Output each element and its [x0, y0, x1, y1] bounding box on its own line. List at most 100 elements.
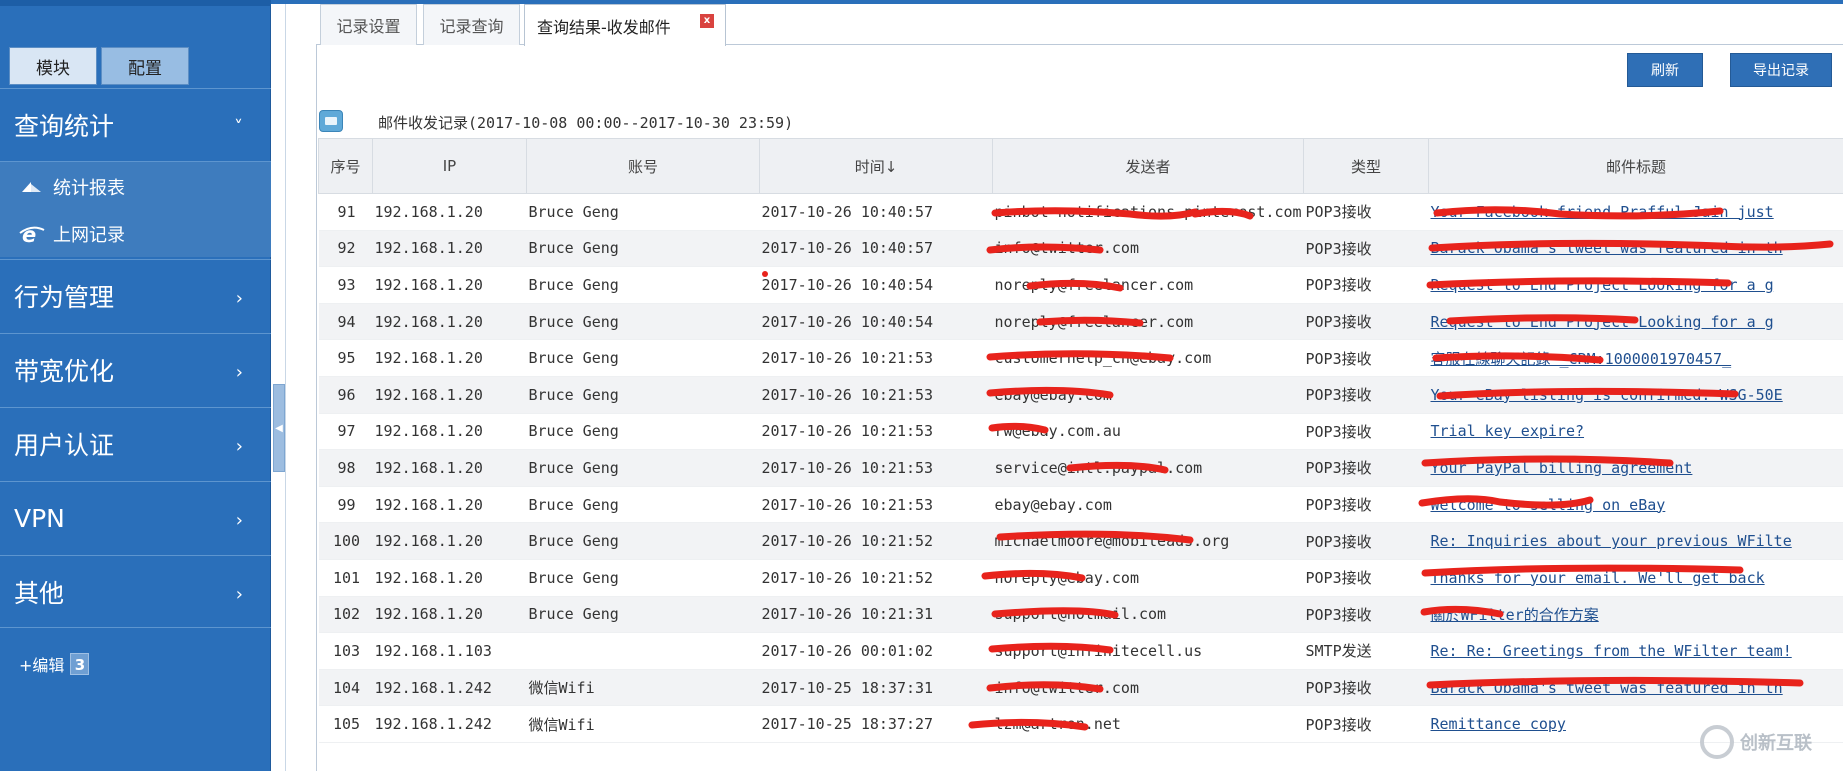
- cell-account: Bruce Geng: [526, 522, 760, 560]
- edit-link[interactable]: +编辑 3: [19, 652, 90, 676]
- nav-section-vpn[interactable]: VPN ›: [0, 481, 271, 554]
- cell-account: Bruce Geng: [526, 559, 760, 597]
- cell-type: POP3接收: [1303, 669, 1429, 707]
- table-row[interactable]: 91 192.168.1.20 Bruce Geng 2017-10-26 10:40…: [318, 193, 1843, 231]
- table-row[interactable]: 105 192.168.1.242 微信Wifi 2017-10-25 18:37:2…: [318, 705, 1843, 743]
- cell-index: 92: [318, 230, 373, 268]
- tab-record-settings[interactable]: 记录设置: [320, 4, 417, 45]
- watermark: 创新互联: [1700, 725, 1812, 759]
- table-header-row: 序号 IP 账号 时间↓ 发送者 类型 邮件标题: [318, 138, 1843, 194]
- table-row[interactable]: 98 192.168.1.20 Bruce Geng 2017-10-26 10:21…: [318, 449, 1843, 487]
- cell-type: POP3接收: [1303, 339, 1429, 377]
- cell-sender: noreply@ebay.com: [992, 559, 1304, 597]
- cell-subject[interactable]: Welcome to selling on eBay: [1428, 486, 1843, 524]
- cell-subject[interactable]: Barack Obama's tweet was featured in th: [1428, 669, 1843, 707]
- cell-sender: service@intl.paypal.com: [992, 449, 1304, 487]
- cell-account: Bruce Geng: [526, 230, 760, 268]
- cell-sender: pinbot-notifications.pinterest.com: [992, 193, 1304, 231]
- cell-index: 96: [318, 376, 373, 414]
- cell-subject[interactable]: Your PayPal billing agreement: [1428, 449, 1843, 487]
- cell-subject[interactable]: Your eBay listing is confirmed: WSG-50E: [1428, 376, 1843, 414]
- edit-count-badge: 3: [70, 653, 90, 675]
- cell-sender: ebay@ebay.com: [992, 486, 1304, 524]
- table-row[interactable]: 96 192.168.1.20 Bruce Geng 2017-10-26 10:21…: [318, 376, 1843, 414]
- cell-ip: 192.168.1.103: [372, 632, 527, 670]
- table-row[interactable]: 99 192.168.1.20 Bruce Geng 2017-10-26 10:21…: [318, 486, 1843, 524]
- table-row[interactable]: 94 192.168.1.20 Bruce Geng 2017-10-26 10:40…: [318, 303, 1843, 341]
- cell-time: 2017-10-26 10:40:57: [759, 230, 993, 268]
- cell-subject[interactable]: Request to End Project Looking for a g: [1428, 303, 1843, 341]
- col-header-time[interactable]: 时间↓: [759, 138, 993, 194]
- cell-type: POP3接收: [1303, 486, 1429, 524]
- tab-record-query[interactable]: 记录查询: [423, 4, 520, 45]
- table-row[interactable]: 95 192.168.1.20 Bruce Geng 2017-10-26 10:21…: [318, 339, 1843, 377]
- mode-tab-module[interactable]: 模块: [9, 47, 97, 85]
- cell-subject[interactable]: 客服在線聊天記錄 _CRM:1000001970457_: [1428, 339, 1843, 377]
- cell-subject[interactable]: Request to End Project Looking for a g: [1428, 266, 1843, 304]
- cell-type: POP3接收: [1303, 559, 1429, 597]
- nav-section-label: 行为管理: [14, 283, 115, 312]
- cell-type: POP3接收: [1303, 522, 1429, 560]
- nav-section-behavior[interactable]: 行为管理 ›: [0, 259, 271, 332]
- sidebar-item-stat-report[interactable]: 统计报表: [19, 172, 125, 202]
- cell-subject[interactable]: Re: Re: Greetings from the WFilter team!: [1428, 632, 1843, 670]
- nav-section-other[interactable]: 其他 ›: [0, 555, 271, 628]
- cell-account: Bruce Geng: [526, 376, 760, 414]
- table-row[interactable]: 97 192.168.1.20 Bruce Geng 2017-10-26 10:21…: [318, 413, 1843, 451]
- collapse-sidebar-handle[interactable]: ◀: [273, 384, 285, 472]
- cell-sender: lzm@artron.net: [992, 705, 1304, 743]
- cell-ip: 192.168.1.20: [372, 230, 527, 268]
- export-records-button[interactable]: 导出记录: [1730, 53, 1832, 87]
- col-header-type[interactable]: 类型: [1303, 138, 1429, 194]
- tab-query-result-mail[interactable]: 查询结果-收发邮件 x: [524, 4, 726, 46]
- cell-ip: 192.168.1.20: [372, 266, 527, 304]
- ie-icon: e: [19, 223, 45, 247]
- cell-sender: ebay@ebay.com: [992, 376, 1304, 414]
- mode-tab-config[interactable]: 配置: [101, 47, 189, 85]
- col-header-index[interactable]: 序号: [318, 138, 373, 194]
- cell-subject[interactable]: Barack Obama's tweet was featured in th: [1428, 230, 1843, 268]
- col-header-account[interactable]: 账号: [526, 138, 760, 194]
- cell-time: 2017-10-26 10:21:52: [759, 559, 993, 597]
- chevron-right-icon: ›: [235, 288, 243, 309]
- report-icon: [19, 176, 45, 198]
- cell-time: 2017-10-26 10:21:53: [759, 486, 993, 524]
- mail-records-table: 序号 IP 账号 时间↓ 发送者 类型 邮件标题 91 192.168.1.20 B…: [318, 138, 1843, 743]
- cell-subject[interactable]: Re: Inquiries about your previous WFilte: [1428, 522, 1843, 560]
- cell-subject[interactable]: Trial key expire?: [1428, 413, 1843, 451]
- cell-account: [526, 632, 760, 670]
- col-header-ip[interactable]: IP: [372, 138, 527, 194]
- col-header-sender[interactable]: 发送者: [992, 138, 1304, 194]
- col-header-subject[interactable]: 邮件标题: [1428, 138, 1843, 194]
- table-row[interactable]: 92 192.168.1.20 Bruce Geng 2017-10-26 10:40…: [318, 230, 1843, 268]
- refresh-button[interactable]: 刷新: [1627, 53, 1703, 87]
- cell-subject[interactable]: Thanks for your email. We'll get back: [1428, 559, 1843, 597]
- svg-text:e: e: [22, 223, 36, 245]
- sidebar-item-label: 统计报表: [53, 178, 125, 199]
- submenu-query-stats: 统计报表 e 上网记录: [0, 161, 271, 257]
- table-row[interactable]: 93 192.168.1.20 Bruce Geng 2017-10-26 10:40…: [318, 266, 1843, 304]
- cell-sender: info@twitter.com: [992, 669, 1304, 707]
- cell-subject[interactable]: Your Facebook friend Prafful Jain just: [1428, 193, 1843, 231]
- table-row[interactable]: 100 192.168.1.20 Bruce Geng 2017-10-26 10:2…: [318, 522, 1843, 560]
- table-row[interactable]: 102 192.168.1.20 Bruce Geng 2017-10-26 10:2…: [318, 596, 1843, 634]
- table-row[interactable]: 104 192.168.1.242 微信Wifi 2017-10-25 18:37:3…: [318, 669, 1843, 707]
- cell-subject[interactable]: 關於WFilter的合作方案: [1428, 596, 1843, 634]
- nav-section-label: 带宽优化: [14, 357, 115, 386]
- close-icon[interactable]: x: [700, 14, 714, 28]
- cell-type: POP3接收: [1303, 193, 1429, 231]
- sidebar-item-web-record[interactable]: e 上网记录: [19, 219, 125, 249]
- table-row[interactable]: 103 192.168.1.103 2017-10-26 00:01:02 suppo…: [318, 632, 1843, 670]
- cell-ip: 192.168.1.242: [372, 705, 527, 743]
- nav-section-query-stats[interactable]: 查询统计 ˅: [0, 88, 271, 161]
- cell-index: 93: [318, 266, 373, 304]
- nav-section-auth[interactable]: 用户认证 ›: [0, 407, 271, 480]
- nav-section-label: 其他: [14, 578, 65, 608]
- chevron-right-icon: ›: [235, 510, 243, 531]
- cell-account: Bruce Geng: [526, 449, 760, 487]
- watermark-logo-icon: [1700, 725, 1734, 759]
- table-row[interactable]: 101 192.168.1.20 Bruce Geng 2017-10-26 10:2…: [318, 559, 1843, 597]
- nav-section-label: 查询统计: [14, 112, 115, 141]
- cell-time: 2017-10-25 18:37:31: [759, 669, 993, 707]
- nav-section-bandwidth[interactable]: 带宽优化 ›: [0, 333, 271, 406]
